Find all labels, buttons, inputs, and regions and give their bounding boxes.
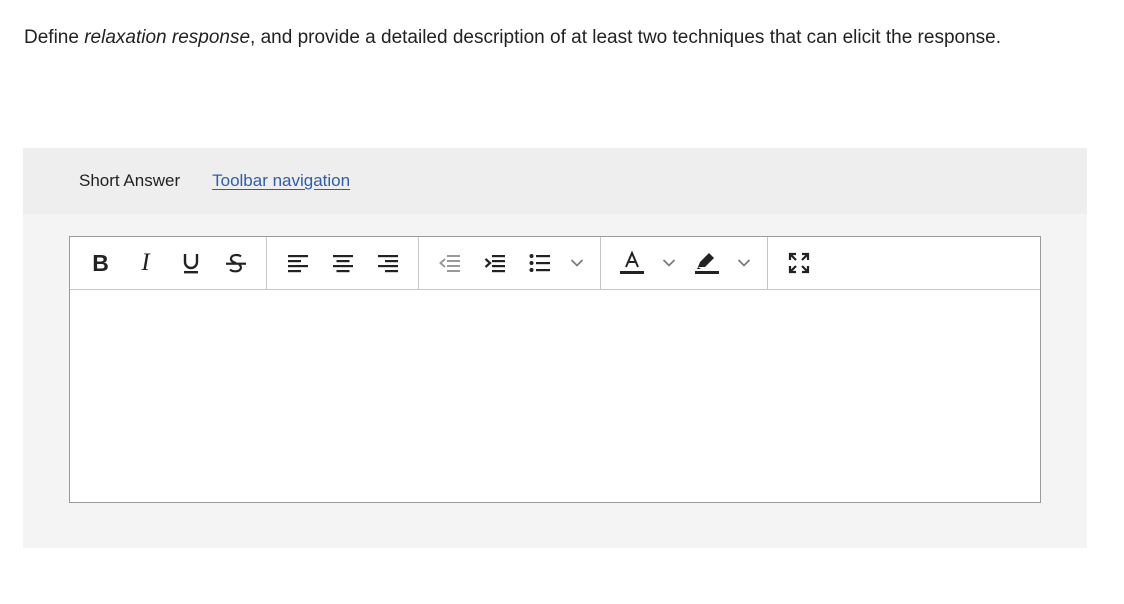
text-style-group: B I <box>70 237 267 289</box>
chevron-down-icon <box>570 259 584 267</box>
align-left-button[interactable] <box>275 243 320 283</box>
font-color-dropdown[interactable] <box>654 243 684 283</box>
answer-text-area[interactable] <box>70 290 1040 502</box>
question-term: relaxation response <box>84 27 251 48</box>
font-color-button[interactable] <box>609 243 654 283</box>
strikethrough-icon <box>225 253 246 273</box>
bold-icon: B <box>92 249 109 276</box>
strikethrough-button[interactable] <box>213 243 258 283</box>
underline-button[interactable] <box>168 243 213 283</box>
align-right-button[interactable] <box>365 243 410 283</box>
chevron-down-icon <box>737 259 751 267</box>
view-group <box>768 237 829 289</box>
rich-text-editor: B I <box>69 236 1041 503</box>
panel-title: Short Answer <box>79 171 181 190</box>
indent-button[interactable] <box>472 243 517 283</box>
align-right-icon <box>377 255 398 273</box>
fullscreen-icon <box>788 252 809 274</box>
list-style-dropdown[interactable] <box>562 243 592 283</box>
fullscreen-button[interactable] <box>776 243 821 283</box>
color-group <box>601 237 768 289</box>
font-color-icon <box>619 251 644 274</box>
highlight-color-icon <box>694 253 719 274</box>
italic-icon: I <box>141 249 150 276</box>
answer-panel: Short Answer Toolbar navigation B I <box>23 148 1087 548</box>
align-center-icon <box>332 255 353 273</box>
highlight-color-dropdown[interactable] <box>729 243 759 283</box>
bulleted-list-button[interactable] <box>517 243 562 283</box>
chevron-down-icon <box>662 259 676 267</box>
italic-button[interactable]: I <box>123 243 168 283</box>
bold-button[interactable]: B <box>78 243 123 283</box>
bulleted-list-icon <box>529 254 550 272</box>
align-left-icon <box>287 255 308 273</box>
editor-toolbar: B I <box>70 237 1040 290</box>
toolbar-navigation-link[interactable]: Toolbar navigation <box>212 171 350 191</box>
indent-icon <box>484 255 505 273</box>
outdent-button[interactable] <box>427 243 472 283</box>
question-prefix: Define <box>24 27 85 48</box>
alignment-group <box>267 237 419 289</box>
indent-list-group <box>419 237 601 289</box>
highlight-color-button[interactable] <box>684 243 729 283</box>
question-suffix: , and provide a detailed description of … <box>250 27 1001 48</box>
align-center-button[interactable] <box>320 243 365 283</box>
question-text: Define relaxation response, and provide … <box>24 24 1034 52</box>
underline-icon <box>183 254 198 274</box>
outdent-icon <box>438 255 460 272</box>
panel-header: Short Answer Toolbar navigation <box>23 148 1087 214</box>
